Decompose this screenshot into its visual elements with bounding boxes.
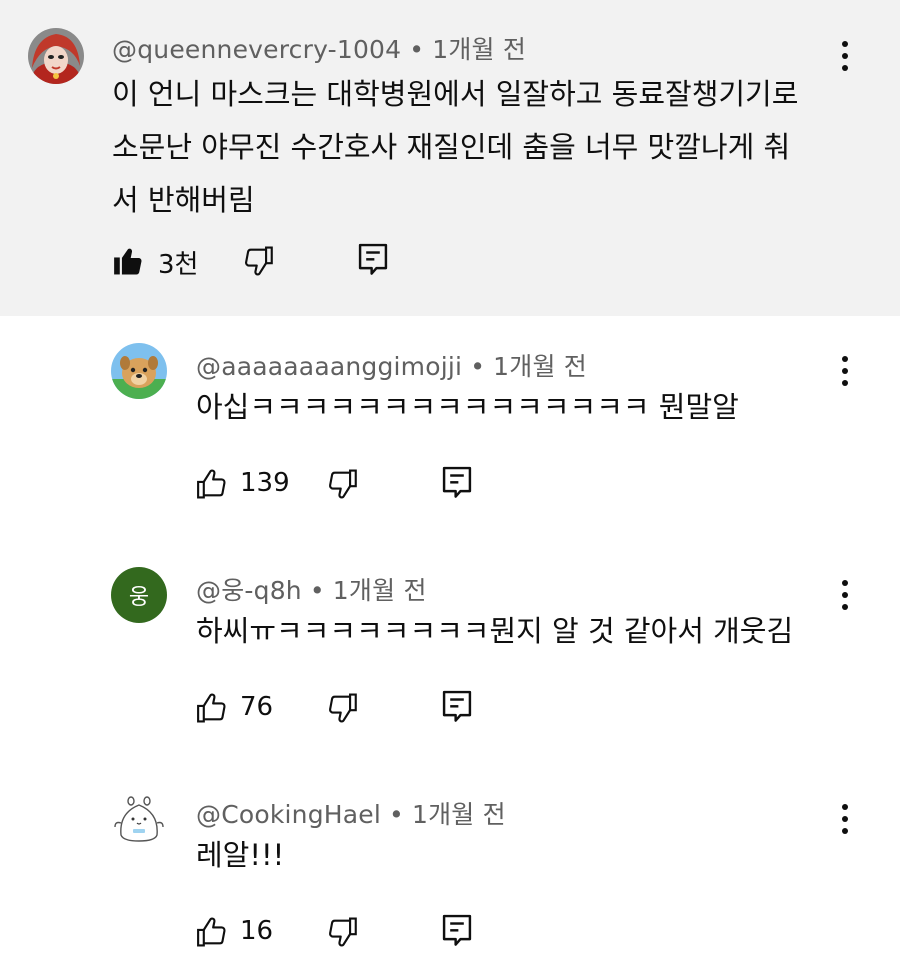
reply-icon (442, 914, 472, 946)
dog-avatar (111, 343, 167, 399)
dislike-button[interactable] (326, 467, 360, 501)
thumbs-down-icon (329, 693, 357, 723)
reply-icon (442, 690, 472, 722)
thumbs-up-icon (197, 917, 226, 947)
comment-text: 이 언니 마스크는 대학병원에서 일잘하고 동료잘챙기기로 소문난 야무진 수간… (112, 77, 799, 217)
avatar-letter: 웅 (128, 585, 150, 610)
thumbs-up-icon (197, 469, 226, 499)
dislike-button[interactable] (242, 244, 276, 278)
comment-text: 하씨ㅠㅋㅋㅋㅋㅋㅋㅋㅋ뭔지 알 것 같아서 개웃김 (196, 614, 794, 648)
more-vertical-icon (842, 804, 848, 810)
like-button[interactable] (196, 915, 230, 949)
reply-icon (358, 243, 388, 275)
comment-meta: @CookingHael • 1개월 전 (196, 795, 506, 831)
comment-thread: @queennevercry-1004 • 1개월 전 이 언니 마스크는 대학병원… (0, 0, 900, 969)
highlighted-comment: @queennevercry-1004 • 1개월 전 이 언니 마스크는 대학병원… (0, 0, 900, 316)
reply-button[interactable] (442, 914, 472, 948)
comment-author[interactable]: @CookingHael (196, 800, 381, 829)
avatar[interactable]: 웅 (111, 567, 167, 623)
cartoon-avatar (111, 791, 167, 847)
thumbs-down-icon (329, 469, 357, 499)
more-vertical-icon (842, 356, 848, 362)
meta-separator: • (409, 35, 425, 64)
comment-time[interactable]: 1개월 전 (493, 352, 587, 381)
drag-queen-avatar (28, 28, 84, 84)
thumbs-down-icon (245, 246, 273, 276)
avatar[interactable] (28, 28, 84, 84)
meta-separator: • (309, 576, 325, 605)
comment-text: 아십ㅋㅋㅋㅋㅋㅋㅋㅋㅋㅋㅋㅋㅋㅋㅋ 뭔말알 (196, 390, 739, 424)
like-count: 139 (240, 468, 290, 498)
reply-button[interactable] (358, 243, 388, 277)
comment-time[interactable]: 1개월 전 (333, 576, 427, 605)
avatar[interactable] (111, 791, 167, 847)
like-button[interactable] (196, 467, 230, 501)
comment-author[interactable]: @웅-q8h (196, 576, 302, 605)
like-count: 16 (240, 916, 274, 946)
thumbs-up-icon (197, 693, 226, 723)
dislike-button[interactable] (326, 691, 360, 725)
comment-author[interactable]: @queennevercry-1004 (112, 35, 401, 64)
comment-text: 레알!!! (196, 838, 285, 872)
more-vertical-icon (842, 580, 848, 586)
avatar[interactable] (111, 343, 167, 399)
comment-meta: @웅-q8h • 1개월 전 (196, 571, 427, 607)
reply-button[interactable] (442, 690, 472, 724)
like-button[interactable] (112, 244, 146, 278)
comment-author[interactable]: @aaaaaaaanggimojji (196, 352, 462, 381)
more-vertical-icon (842, 41, 848, 47)
like-button[interactable] (196, 691, 230, 725)
thumbs-up-icon (114, 248, 142, 275)
comment-meta: @aaaaaaaanggimojji • 1개월 전 (196, 347, 587, 383)
meta-separator: • (389, 800, 404, 829)
like-count: 3천 (158, 250, 199, 280)
reply-button[interactable] (442, 466, 472, 500)
dislike-button[interactable] (326, 915, 360, 949)
like-count: 76 (240, 692, 274, 722)
meta-separator: • (470, 352, 486, 381)
comment-meta: @queennevercry-1004 • 1개월 전 (112, 30, 526, 66)
thumbs-down-icon (329, 917, 357, 947)
comment-time[interactable]: 1개월 전 (412, 800, 506, 829)
comment-time[interactable]: 1개월 전 (432, 35, 526, 64)
reply-icon (442, 466, 472, 498)
